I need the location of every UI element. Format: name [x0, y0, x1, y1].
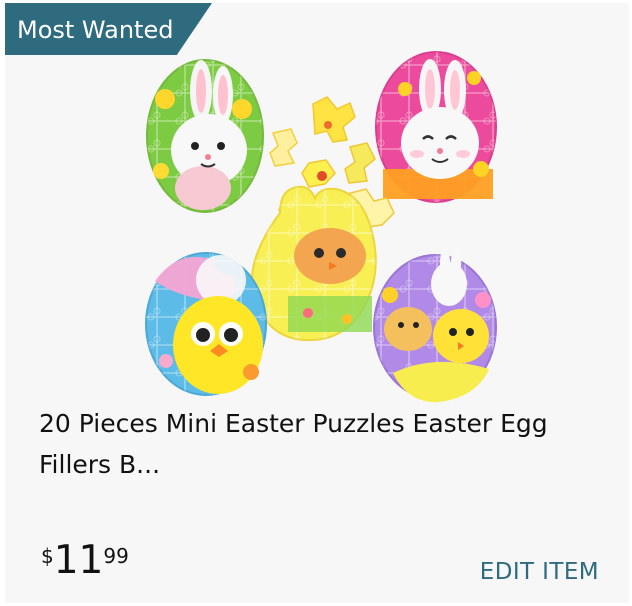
badge-label: Most Wanted [17, 16, 174, 44]
yellow-egg-puzzle [250, 185, 377, 342]
chick-egg [145, 252, 267, 396]
pink-bunny-egg [375, 51, 497, 203]
green-bunny-egg [146, 59, 264, 213]
product-image[interactable] [143, 51, 503, 413]
price-fraction: 99 [103, 544, 129, 568]
price-whole: 11 [53, 538, 104, 583]
purple-easter-egg [373, 247, 497, 403]
most-wanted-badge: Most Wanted [5, 3, 212, 55]
currency-symbol: $ [41, 544, 54, 568]
edit-item-link[interactable]: EDIT ITEM [480, 559, 599, 586]
product-price: $1199 [41, 538, 129, 584]
product-card[interactable]: Most Wanted 20 Pieces Mini Easter Puzzle… [5, 3, 629, 603]
product-title[interactable]: 20 Pieces Mini Easter Puzzles Easter Egg… [39, 403, 599, 485]
